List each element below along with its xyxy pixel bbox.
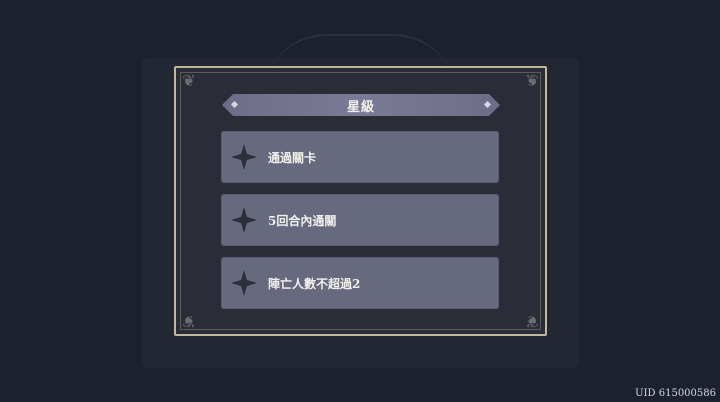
panel-title: 星級 (346, 99, 375, 115)
corner-ornament-icon: ❦ (525, 312, 539, 331)
panel-title-bar: 星級 (222, 94, 500, 116)
uid-label: UID 615000586 (635, 388, 716, 399)
corner-ornament-icon: ❦ (182, 312, 196, 331)
star-icon (221, 257, 267, 309)
title-diamond-icon (483, 100, 492, 109)
condition-item: 陣亡人數不超過2 (221, 257, 499, 309)
condition-label: 通過關卡 (268, 150, 317, 165)
corner-ornament-icon: ❦ (525, 71, 539, 90)
condition-item: 通過關卡 (221, 131, 499, 183)
condition-label: 5回合內通關 (268, 213, 337, 228)
condition-label: 陣亡人數不超過2 (268, 276, 361, 291)
star-icon (221, 131, 267, 183)
star-icon (221, 194, 267, 246)
condition-item: 5回合內通關 (221, 194, 499, 246)
corner-ornament-icon: ❦ (182, 71, 196, 90)
title-diamond-icon (230, 100, 239, 109)
